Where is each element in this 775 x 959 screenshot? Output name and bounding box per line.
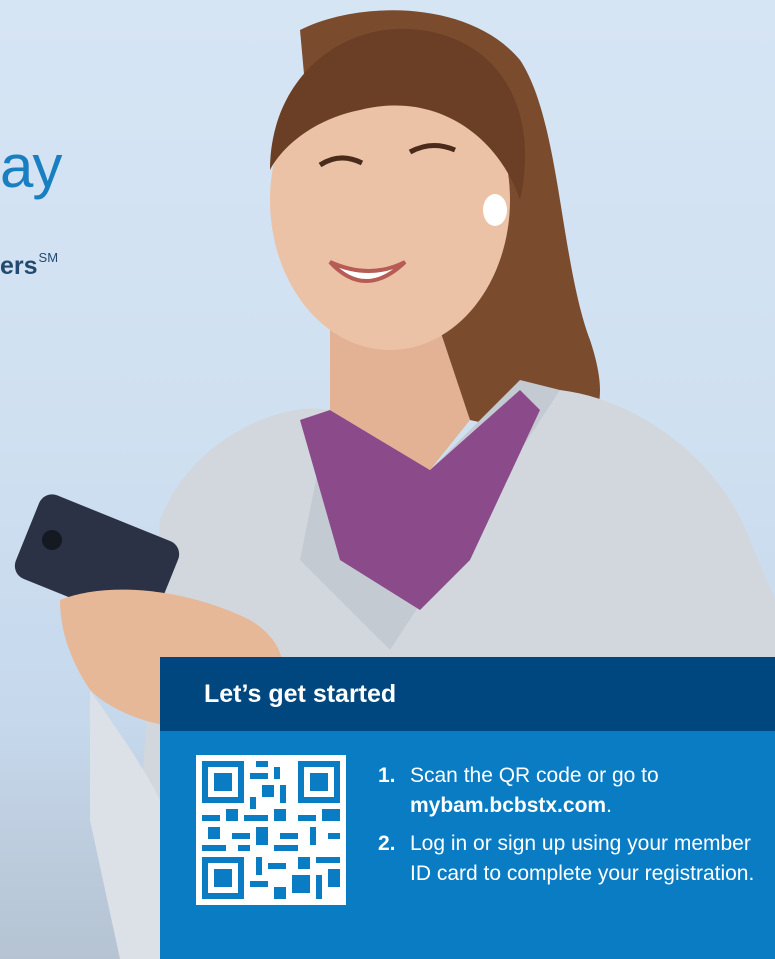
get-started-card: Let’s get started 1. Scan the QR code or…: [160, 657, 775, 959]
step-text: Log in or sign up using your member ID c…: [410, 832, 755, 885]
steps-list: 1. Scan the QR code or go to mybam.bcbst…: [378, 761, 758, 897]
step-text: Scan the QR code or go to: [410, 764, 659, 787]
list-item: 1. Scan the QR code or go to mybam.bcbst…: [378, 761, 758, 821]
step-number: 1.: [378, 764, 396, 787]
step-number: 2.: [378, 832, 396, 855]
website-link[interactable]: mybam.bcbstx.com: [410, 794, 606, 817]
list-item: 2. Log in or sign up using your member I…: [378, 829, 758, 889]
qr-code-icon[interactable]: [196, 755, 346, 905]
step-punctuation: .: [606, 794, 612, 817]
qr-code-graphic: [196, 755, 346, 905]
subhead-text: ers: [0, 252, 38, 280]
hero-banner: ay ersSM Let’s get started 1. Scan the Q…: [0, 0, 775, 959]
card-body: 1. Scan the QR code or go to mybam.bcbst…: [160, 731, 775, 959]
headline-fragment: ay: [0, 133, 62, 200]
card-title: Let’s get started: [160, 657, 775, 731]
subhead-fragment: ersSM: [0, 250, 58, 281]
service-mark: SM: [38, 250, 59, 265]
